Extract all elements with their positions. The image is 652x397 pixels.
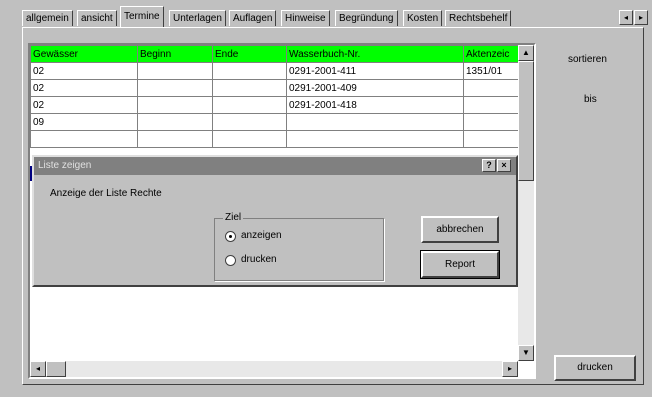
grid-cell[interactable] — [463, 130, 519, 148]
grid-cell[interactable] — [30, 130, 138, 148]
tab-scroll-left-icon[interactable]: ◂ — [619, 10, 633, 25]
liste-zeigen-dialog: Liste zeigen ? × Anzeige der Liste Recht… — [32, 155, 518, 287]
help-icon[interactable]: ? — [482, 159, 496, 172]
grid-cell[interactable] — [137, 130, 213, 148]
tab-unterlagen[interactable]: Unterlagen — [169, 10, 226, 26]
application-window: allgemein ansicht Termine Unterlagen Auf… — [0, 0, 652, 397]
bis-label: bis — [584, 94, 597, 105]
grid-cell[interactable]: 02 — [30, 62, 138, 80]
table-row[interactable]: 09 — [30, 113, 519, 131]
cancel-button[interactable]: abbrechen — [421, 216, 499, 243]
tab-auflagen[interactable]: Auflagen — [229, 10, 277, 26]
grid-cell[interactable] — [286, 130, 464, 148]
grid-cell[interactable] — [137, 79, 213, 97]
grid-cell[interactable] — [137, 96, 213, 114]
radio-drucken-label[interactable]: drucken — [241, 254, 277, 265]
dialog-message: Anzeige der Liste Rechte — [50, 188, 162, 199]
radio-anzeigen[interactable] — [225, 231, 236, 242]
scroll-left-icon[interactable]: ◂ — [30, 361, 46, 377]
grid-cell[interactable]: 0291-2001-411 — [286, 62, 464, 80]
table-row[interactable]: 02 0291-2001-418 — [30, 96, 519, 114]
close-icon[interactable]: × — [497, 159, 511, 172]
radio-drucken[interactable] — [225, 255, 236, 266]
scroll-right-icon[interactable]: ▸ — [502, 361, 518, 377]
grid-cell[interactable]: 02 — [30, 96, 138, 114]
tab-scroll-right-icon[interactable]: ▸ — [634, 10, 648, 25]
tab-kosten[interactable]: Kosten — [403, 10, 443, 26]
column-header-gewaesser[interactable]: Gewässer — [30, 45, 138, 63]
grid-cell[interactable] — [286, 113, 464, 131]
grid-cell[interactable] — [212, 96, 287, 114]
dialog-title-bar[interactable]: Liste zeigen — [34, 157, 516, 175]
grid-cell[interactable] — [137, 113, 213, 131]
horizontal-scrollbar[interactable]: ◂ ▸ — [30, 361, 518, 377]
tab-hinweise[interactable]: Hinweise — [281, 10, 330, 26]
grid-cell[interactable]: 09 — [30, 113, 138, 131]
grid-cell[interactable] — [463, 113, 519, 131]
table-row[interactable]: 02 0291-2001-409 — [30, 79, 519, 97]
tab-rechtsbehelf[interactable]: Rechtsbehelf — [445, 10, 512, 26]
grid-cell[interactable]: 0291-2001-418 — [286, 96, 464, 114]
tab-termine[interactable]: Termine — [120, 6, 164, 27]
report-button[interactable]: Report — [420, 250, 500, 279]
scroll-down-icon[interactable]: ▼ — [518, 345, 534, 361]
grid-header-row: Gewässer Beginn Ende Wasserbuch-Nr. Akte… — [30, 45, 519, 63]
column-header-aktenzeichen[interactable]: Aktenzeic — [463, 45, 519, 63]
tab-begruendung[interactable]: Begründung — [335, 10, 398, 26]
table-row[interactable]: 02 0291-2001-411 1351/01 — [30, 62, 519, 80]
grid-cell[interactable] — [212, 79, 287, 97]
column-header-ende[interactable]: Ende — [212, 45, 287, 63]
tab-ansicht[interactable]: ansicht — [77, 10, 117, 26]
grid-cell[interactable] — [463, 96, 519, 114]
ziel-group: Ziel anzeigen drucken — [214, 212, 384, 281]
grid-cell[interactable] — [463, 79, 519, 97]
grid-cell[interactable]: 0291-2001-409 — [286, 79, 464, 97]
grid-cell[interactable]: 02 — [30, 79, 138, 97]
grid-cell[interactable] — [212, 62, 287, 80]
tab-allgemein[interactable]: allgemein — [22, 10, 73, 26]
grid-cell[interactable] — [212, 130, 287, 148]
grid-table: Gewässer Beginn Ende Wasserbuch-Nr. Akte… — [30, 45, 519, 148]
sort-label: sortieren — [568, 54, 607, 65]
table-row[interactable] — [30, 130, 519, 148]
vertical-scroll-thumb[interactable] — [518, 61, 534, 181]
grid-cell[interactable] — [212, 113, 287, 131]
grid-cell[interactable]: 1351/01 — [463, 62, 519, 80]
dialog-title: Liste zeigen — [38, 160, 92, 171]
column-header-beginn[interactable]: Beginn — [137, 45, 213, 63]
vertical-scrollbar[interactable]: ▲ ▼ — [518, 45, 534, 361]
radio-selected-dot-icon — [229, 235, 232, 238]
grid-cell[interactable] — [137, 62, 213, 80]
scroll-up-icon[interactable]: ▲ — [518, 45, 534, 61]
radio-anzeigen-label[interactable]: anzeigen — [241, 230, 282, 241]
horizontal-scroll-thumb[interactable] — [46, 361, 66, 377]
tab-bar: allgemein ansicht Termine Unterlagen Auf… — [22, 6, 650, 28]
print-button[interactable]: drucken — [554, 355, 636, 381]
column-header-wasserbuch-nr[interactable]: Wasserbuch-Nr. — [286, 45, 464, 63]
ziel-group-label: Ziel — [223, 212, 244, 223]
